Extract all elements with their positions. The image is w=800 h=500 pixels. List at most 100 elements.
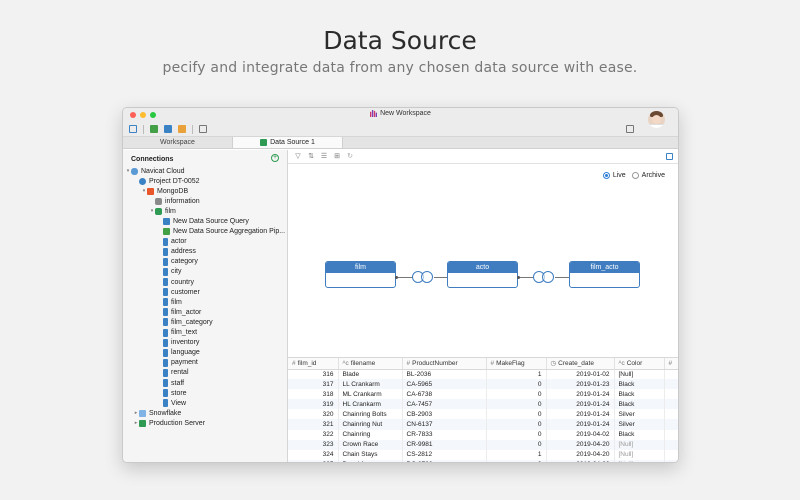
table-cell[interactable]: 325 — [288, 459, 339, 462]
table-cell[interactable]: [Null] — [614, 439, 665, 450]
table-cell[interactable]: 0 — [486, 459, 547, 462]
tree-item[interactable]: film_actor — [123, 307, 287, 317]
save-icon[interactable] — [129, 125, 137, 133]
tab-data-source-1[interactable]: Data Source 1 — [233, 137, 343, 148]
pipeline-node-acto[interactable]: acto — [447, 261, 518, 288]
table-cell[interactable]: DC-8732 — [402, 459, 487, 462]
table-cell[interactable]: 1 — [486, 449, 547, 460]
table-cell[interactable]: HL Crankarm — [338, 399, 403, 410]
table-row[interactable]: 322 Chainring CR-7833 0 2019-04-02 Black — [288, 429, 678, 440]
tree-item[interactable]: Project DT-0052 — [123, 176, 287, 186]
table-row[interactable]: 325Decal 1DC-873202019-04-20[Null] — [288, 459, 678, 462]
table-cell[interactable]: 0 — [486, 419, 547, 430]
table-cell[interactable]: BL-2036 — [402, 369, 487, 380]
table-cell[interactable]: 318 — [288, 389, 339, 400]
tab-workspace[interactable]: Workspace — [123, 137, 233, 148]
table-cell[interactable]: 316 — [288, 369, 339, 380]
tree-item[interactable]: actor — [123, 237, 287, 247]
table-cell[interactable]: 0 — [486, 389, 547, 400]
table-cell[interactable]: Chainring — [338, 429, 403, 440]
table-cell[interactable]: 2019-01-24 — [546, 399, 615, 410]
table-cell[interactable]: Chain Stays — [338, 449, 403, 460]
sort-icon[interactable]: ⇅ — [307, 153, 315, 160]
tree-item[interactable]: information — [123, 196, 287, 206]
pipeline-node-film[interactable]: film — [325, 261, 396, 288]
columns-icon[interactable]: ☰ — [320, 153, 328, 160]
table-cell[interactable]: 2019-04-20 — [546, 449, 615, 460]
table-cell[interactable]: CS-2812 — [402, 449, 487, 460]
filter-icon[interactable]: ▽ — [294, 153, 302, 160]
table-cell[interactable]: 2019-04-02 — [546, 429, 615, 440]
tree-item[interactable]: ▾ film — [123, 206, 287, 216]
table-cell[interactable]: 2019-01-02 — [546, 369, 615, 380]
column-header[interactable]: # film_id — [288, 358, 339, 370]
table-cell[interactable]: 2019-01-24 — [546, 389, 615, 400]
table-cell[interactable]: 0 — [486, 399, 547, 410]
table-cell[interactable]: 324 — [288, 449, 339, 460]
tree-item[interactable]: customer — [123, 287, 287, 297]
table-cell[interactable]: Silver — [614, 419, 665, 430]
table-cell[interactable]: Chainring Nut — [338, 419, 403, 430]
table-cell[interactable]: Blade — [338, 369, 403, 380]
table-cell[interactable]: 317 — [288, 379, 339, 390]
table-cell[interactable]: Black — [614, 379, 665, 390]
tree-item[interactable]: city — [123, 267, 287, 277]
table-cell[interactable]: 2019-01-23 — [546, 379, 615, 390]
table-cell[interactable]: 0 — [486, 409, 547, 420]
table-cell[interactable]: Silver — [614, 409, 665, 420]
tree-item[interactable]: film_category — [123, 317, 287, 327]
group-icon[interactable]: ⊞ — [333, 153, 341, 160]
tree-item[interactable]: New Data Source Query — [123, 216, 287, 226]
table-cell[interactable]: [Null] — [614, 459, 665, 462]
new-query-icon[interactable] — [164, 125, 172, 133]
table-row[interactable]: 317 LL Crankarm CA-5965 0 2019-01-23 Black — [288, 379, 678, 390]
table-row[interactable]: 320 Chainring Bolts CB-2903 0 2019-01-24 Silv… — [288, 409, 678, 420]
table-row[interactable]: 324 Chain Stays CS-2812 1 2019-04-20 [Null] — [288, 449, 678, 460]
table-cell[interactable]: 319 — [288, 399, 339, 410]
table-cell[interactable]: CR-9981 — [402, 439, 487, 450]
tree-item[interactable]: country — [123, 277, 287, 287]
join-icon[interactable] — [412, 271, 434, 283]
table-cell[interactable]: 322 — [288, 429, 339, 440]
table-cell[interactable]: 0 — [486, 439, 547, 450]
table-cell[interactable]: CA-7457 — [402, 399, 487, 410]
tree-item[interactable]: New Data Source Aggregation Pip... — [123, 227, 287, 237]
column-header[interactable]: ◷ Create_date — [546, 358, 615, 370]
add-connection-icon[interactable]: + — [271, 154, 279, 162]
table-row[interactable]: 318 ML Crankarm CA-6738 0 2019-01-24 Black — [288, 389, 678, 400]
column-header[interactable]: # MakeFlag — [486, 358, 547, 370]
tree-item[interactable]: film_text — [123, 328, 287, 338]
table-cell[interactable]: ML Crankarm — [338, 389, 403, 400]
tree-item[interactable]: staff — [123, 378, 287, 388]
table-cell[interactable]: Crown Race — [338, 439, 403, 450]
table-cell[interactable]: 1 — [486, 369, 547, 380]
table-cell[interactable]: CA-5965 — [402, 379, 487, 390]
refresh-icon[interactable]: ↻ — [346, 153, 354, 160]
table-cell[interactable]: Chainring Bolts — [338, 409, 403, 420]
table-cell[interactable]: CA-6738 — [402, 389, 487, 400]
table-cell[interactable]: Black — [614, 399, 665, 410]
live-radio[interactable]: Live — [602, 172, 626, 179]
sidebar-toggle-icon[interactable] — [626, 125, 634, 133]
table-cell[interactable]: Black — [614, 429, 665, 440]
column-header[interactable]: ᴬc filename — [338, 358, 403, 370]
table-row[interactable]: 323 Crown Race CR-9981 0 2019-04-20 [Null] — [288, 439, 678, 450]
tree-item[interactable]: store — [123, 388, 287, 398]
table-cell[interactable]: 2019-04-20 — [546, 459, 615, 462]
table-cell[interactable]: LL Crankarm — [338, 379, 403, 390]
tree-item[interactable]: ▾ MongoDB — [123, 186, 287, 196]
table-cell[interactable]: CR-7833 — [402, 429, 487, 440]
table-row[interactable]: 321 Chainring Nut CN-6137 0 2019-01-24 Silver — [288, 419, 678, 430]
table-cell[interactable]: 321 — [288, 419, 339, 430]
pipeline-node-film-acto[interactable]: film_acto — [569, 261, 640, 288]
table-cell[interactable]: [Null] — [614, 369, 665, 380]
tree-item[interactable]: payment — [123, 358, 287, 368]
new-chart-icon[interactable] — [178, 125, 186, 133]
column-header[interactable]: ᴬc Color — [614, 358, 665, 370]
tree-item[interactable]: ▸ Snowflake — [123, 408, 287, 418]
tree-item[interactable]: ▾ Navicat Cloud — [123, 166, 287, 176]
table-row[interactable]: 316 Blade BL-2036 1 2019-01-02 [Null] — [288, 369, 678, 380]
tree-item[interactable]: category — [123, 257, 287, 267]
table-cell[interactable]: Black — [614, 389, 665, 400]
table-cell[interactable]: 323 — [288, 439, 339, 450]
